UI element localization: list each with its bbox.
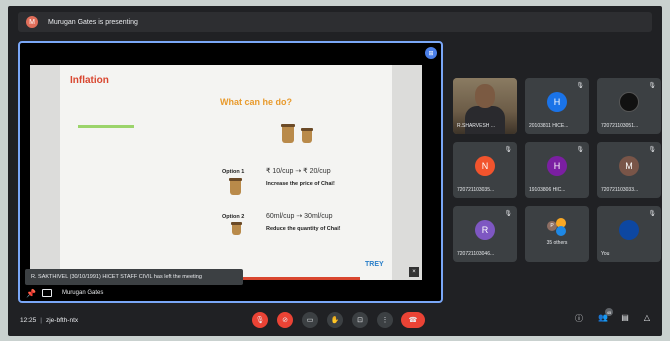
avatar — [556, 226, 566, 236]
participant-tile[interactable]: R.SHARVESH ... — [453, 78, 517, 134]
slide: Inflation What can he do? Option 1 ₹ 10/… — [30, 65, 422, 280]
chai-cup-icon — [231, 222, 242, 235]
others-avatars: P — [547, 218, 569, 236]
pin-icon[interactable]: ⊞ — [425, 47, 437, 59]
avatar: N — [475, 156, 495, 176]
participant-name: 720721103033... — [601, 187, 639, 193]
participant-tile[interactable]: 🎙 N 720721103035... — [453, 142, 517, 198]
participant-name: 720721103035... — [457, 187, 495, 193]
option2-label: Option 2 — [222, 214, 245, 220]
self-tile[interactable]: 🎙 You — [597, 206, 661, 262]
mic-off-icon: 🎙 — [576, 147, 584, 153]
participant-tile[interactable]: 🎙 720721103051... — [597, 78, 661, 134]
participant-tile[interactable]: 🎙 M 720721103033... — [597, 142, 661, 198]
participant-name: You — [601, 251, 610, 257]
participant-tile[interactable]: 🎙 H 20103811 HICE... — [525, 78, 589, 134]
option2-text: Reduce the quantity of Chai! — [266, 226, 341, 232]
camera-button[interactable]: ⊘ — [277, 312, 293, 328]
slide-divider — [78, 125, 134, 128]
mic-off-icon: 🎙 — [504, 147, 512, 153]
tile-footer: 📌 Murugan Gates — [20, 285, 441, 301]
avatar: H — [547, 156, 567, 176]
chai-cup-icon — [301, 128, 313, 143]
presenter-avatar: M — [26, 16, 38, 28]
option1-price: ₹ 10/cup ⇢ ₹ 20/cup — [266, 168, 331, 175]
meeting-code: zje-bfth-ntx — [45, 316, 79, 324]
avatar — [619, 220, 639, 240]
participant-name: 19103806 HIC... — [529, 187, 566, 193]
control-bar: 12:25 | zje-bfth-ntx 🎙 ⊘ ▭ ✋ ⊡ ⋮ ☎ ⓘ 👥 45 … — [8, 304, 662, 336]
option2-quantity: 60ml/cup ⇢ 30ml/cup — [266, 213, 333, 220]
avatar: R — [475, 220, 495, 240]
presentation-tile[interactable]: ⊞ Inflation What can he do? Option 1 ₹ 1… — [18, 41, 443, 303]
meeting-info: 12:25 | zje-bfth-ntx — [20, 317, 78, 324]
others-tile[interactable]: P 35 others — [525, 206, 589, 262]
more-options-button[interactable]: ⋮ — [377, 312, 393, 328]
trey-logo: TREY — [365, 261, 384, 268]
participant-count-badge: 45 — [605, 308, 613, 316]
option1-label: Option 1 — [222, 169, 245, 175]
avatar — [619, 92, 639, 112]
leave-call-button[interactable]: ☎ — [401, 312, 425, 328]
mic-off-icon: 🎙 — [504, 211, 512, 217]
chai-cup-icon — [229, 178, 242, 195]
avatar: M — [619, 156, 639, 176]
participant-video-face — [475, 84, 495, 108]
presenter-name: Murugan Gates — [61, 290, 104, 296]
slide-margin-left — [30, 65, 60, 280]
participant-tile[interactable]: 🎙 H 19103806 HIC... — [525, 142, 589, 198]
meet-window: M Murugan Gates is presenting ⊞ Inflatio… — [8, 6, 662, 336]
slide-margin-right — [392, 65, 422, 280]
participant-name: 20103811 HICE... — [529, 123, 569, 129]
activities-icon[interactable]: △ — [640, 313, 654, 322]
participant-tile[interactable]: 🎙 R 720721103046... — [453, 206, 517, 262]
slide-title: Inflation — [70, 75, 109, 86]
presenting-banner: M Murugan Gates is presenting — [18, 12, 652, 32]
separator: | — [40, 316, 42, 324]
option1-text: Increase the price of Chai! — [266, 181, 335, 187]
avatar: H — [547, 92, 567, 112]
info-icon[interactable]: ⓘ — [572, 313, 586, 324]
clock: 12:25 — [20, 316, 37, 324]
present-button[interactable]: ⊡ — [352, 312, 368, 328]
mic-off-icon: 🎙 — [648, 83, 656, 89]
others-count: 35 others — [546, 240, 568, 246]
slide-question: What can he do? — [220, 97, 292, 107]
participant-name: 720721103051... — [601, 123, 639, 129]
participant-video-body — [465, 106, 505, 134]
mic-off-icon: 🎙 — [576, 83, 584, 89]
captions-button[interactable]: ▭ — [302, 312, 318, 328]
chat-icon[interactable]: ▤ — [618, 313, 632, 322]
presenting-text: Murugan Gates is presenting — [48, 18, 138, 26]
mic-off-icon: 🎙 — [648, 147, 656, 153]
pin-icon[interactable]: 📌 — [26, 289, 36, 298]
chai-cup-icon — [281, 124, 295, 143]
participant-name: R.SHARVESH ... — [457, 123, 495, 129]
raise-hand-button[interactable]: ✋ — [327, 312, 343, 328]
close-icon[interactable]: × — [409, 267, 419, 277]
mic-button[interactable]: 🎙 — [252, 312, 268, 328]
present-screen-icon — [41, 289, 52, 297]
participant-name: 720721103046... — [457, 251, 495, 257]
left-meeting-toast: R. SAKTHIVEL (30/10/1991) HICET STAFF CI… — [25, 269, 243, 285]
mic-off-icon: 🎙 — [648, 211, 656, 217]
